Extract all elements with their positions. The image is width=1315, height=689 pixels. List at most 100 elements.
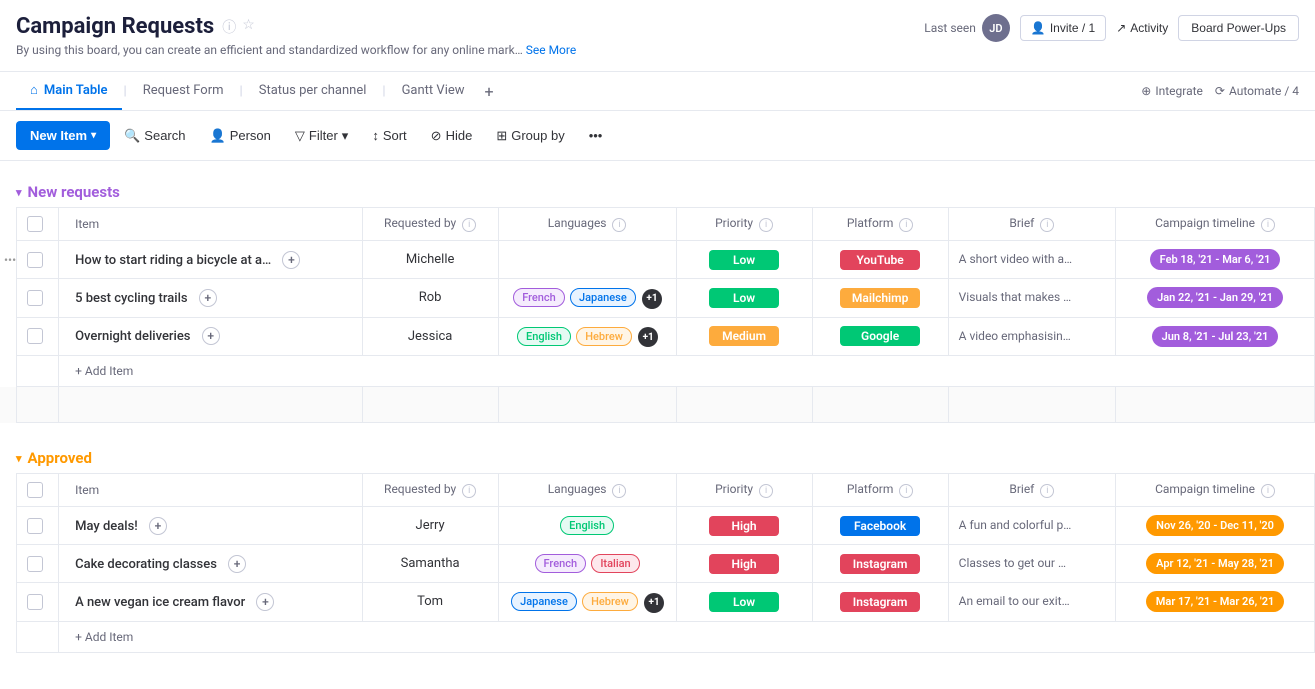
row-dots[interactable] <box>0 507 17 545</box>
languages-col-header: Languages i <box>498 208 676 241</box>
info-icon[interactable]: i <box>462 484 476 498</box>
info-icon[interactable]: i <box>1040 484 1054 498</box>
lang-tag-hebrew[interactable]: Hebrew <box>582 592 638 611</box>
new-item-button[interactable]: New Item ▾ <box>16 121 110 150</box>
row-checkbox[interactable] <box>17 279 59 318</box>
priority-cell[interactable]: High <box>676 545 812 583</box>
item-name: Overnight deliveries + <box>59 317 363 356</box>
section-header-new-requests[interactable]: ▾ New requests <box>0 177 1315 207</box>
platform-col-header: Platform i <box>812 474 948 507</box>
lang-tag-french[interactable]: French <box>535 554 587 573</box>
lang-tag-japanese[interactable]: Japanese <box>570 288 636 307</box>
priority-cell[interactable]: Medium <box>676 317 812 356</box>
lang-tag-italian[interactable]: Italian <box>591 554 639 573</box>
timeline-cell: Mar 17, '21 - Mar 26, '21 <box>1116 583 1315 622</box>
row-dots[interactable] <box>0 279 17 318</box>
row-checkbox[interactable] <box>17 507 59 545</box>
tab-gantt-view[interactable]: Gantt View <box>388 73 479 110</box>
add-tab-button[interactable]: + <box>479 74 500 109</box>
sort-button[interactable]: ↕ Sort <box>362 122 416 149</box>
integrate-button[interactable]: ⊕ Integrate <box>1141 84 1203 98</box>
platform-cell[interactable]: Instagram <box>812 583 948 622</box>
tab-main-table[interactable]: ⌂ Main Table <box>16 72 122 110</box>
priority-cell[interactable]: Low <box>676 583 812 622</box>
lang-tag-hebrew[interactable]: Hebrew <box>576 327 632 346</box>
info-icon[interactable]: i <box>899 218 913 232</box>
filter-button[interactable]: ▽ Filter ▾ <box>285 122 358 150</box>
timeline-badge: Jun 8, '21 - Jul 23, '21 <box>1152 326 1279 347</box>
tab-status-per-channel[interactable]: Status per channel <box>245 73 381 110</box>
add-item-row[interactable]: + Add Item <box>0 621 1315 652</box>
page-title: Campaign Requests <box>16 14 214 39</box>
info-icon[interactable]: i <box>612 218 626 232</box>
header-checkbox[interactable] <box>27 216 43 232</box>
activity-button[interactable]: ↗ Activity <box>1116 21 1168 35</box>
table-row: May deals! + Jerry English High Facebook <box>0 507 1315 545</box>
add-item-row[interactable]: + Add Item <box>0 356 1315 387</box>
add-subitem-button[interactable]: + <box>228 555 246 573</box>
info-icon[interactable]: i <box>1040 218 1054 232</box>
add-subitem-button[interactable]: + <box>282 251 300 269</box>
search-button[interactable]: 🔍 Search <box>114 122 195 150</box>
hide-button[interactable]: ⊘ Hide <box>421 122 483 150</box>
lang-tag-japanese[interactable]: Japanese <box>511 592 577 611</box>
group-by-button[interactable]: ⊞ Group by <box>486 122 574 150</box>
row-checkbox[interactable] <box>17 583 59 622</box>
info-icon[interactable]: i <box>1261 218 1275 232</box>
add-item-label[interactable]: + Add Item <box>59 356 1315 387</box>
platform-cell[interactable]: Google <box>812 317 948 356</box>
hide-icon: ⊘ <box>431 128 442 144</box>
priority-cell[interactable]: Low <box>676 279 812 318</box>
more-button[interactable]: ••• <box>579 122 613 149</box>
info-icon[interactable]: i <box>462 218 476 232</box>
priority-cell[interactable]: High <box>676 507 812 545</box>
row-checkbox[interactable] <box>17 317 59 356</box>
priority-badge: High <box>709 516 779 536</box>
info-icon[interactable]: i <box>612 484 626 498</box>
row-dots[interactable] <box>0 545 17 583</box>
lang-tag-french[interactable]: French <box>513 288 565 307</box>
row-checkbox[interactable] <box>17 545 59 583</box>
add-subitem-button[interactable]: + <box>199 289 217 307</box>
add-subitem-button[interactable]: + <box>256 593 274 611</box>
row-dots[interactable] <box>0 583 17 622</box>
lang-tag-english[interactable]: English <box>517 327 571 346</box>
lang-more[interactable]: +1 <box>644 593 664 613</box>
platform-badge: Google <box>840 326 920 346</box>
info-icon[interactable]: ⓘ <box>222 17 236 37</box>
priority-cell[interactable]: Low <box>676 241 812 279</box>
lang-tag-english[interactable]: English <box>560 516 614 535</box>
info-icon[interactable]: i <box>759 484 773 498</box>
row-checkbox[interactable] <box>17 241 59 279</box>
platform-cell[interactable]: Mailchimp <box>812 279 948 318</box>
automate-button[interactable]: ⟳ Automate / 4 <box>1215 84 1299 98</box>
platform-cell[interactable]: Facebook <box>812 507 948 545</box>
lang-more[interactable]: +1 <box>642 289 662 309</box>
platform-cell[interactable]: YouTube <box>812 241 948 279</box>
invite-button[interactable]: 👤 Invite / 1 <box>1020 15 1106 41</box>
row-dots[interactable]: ••• <box>0 241 17 279</box>
section-approved: ▾ Approved <box>0 443 1315 653</box>
info-icon[interactable]: i <box>1261 484 1275 498</box>
platform-cell[interactable]: Instagram <box>812 545 948 583</box>
add-subitem-button[interactable]: + <box>149 517 167 535</box>
power-ups-button[interactable]: Board Power-Ups <box>1178 15 1299 41</box>
row-dots[interactable] <box>0 317 17 356</box>
table-row: Cake decorating classes + Samantha Frenc… <box>0 545 1315 583</box>
tabs-right: ⊕ Integrate ⟳ Automate / 4 <box>1141 84 1299 98</box>
approved-tbody: May deals! + Jerry English High Facebook <box>0 507 1315 653</box>
add-subitem-button[interactable]: + <box>202 327 220 345</box>
filter-chevron-icon: ▾ <box>342 128 349 144</box>
header-checkbox[interactable] <box>27 482 43 498</box>
add-item-label[interactable]: + Add Item <box>59 621 1315 652</box>
new-requests-header-row: Item Requested by i Languages i Priority <box>0 208 1315 241</box>
section-header-approved[interactable]: ▾ Approved <box>0 443 1315 473</box>
info-icon[interactable]: i <box>759 218 773 232</box>
lang-more[interactable]: +1 <box>638 327 658 347</box>
star-icon[interactable]: ☆ <box>242 17 255 37</box>
info-icon[interactable]: i <box>899 484 913 498</box>
see-more-link[interactable]: See More <box>526 43 576 57</box>
content: ▾ New requests <box>0 161 1315 689</box>
person-filter-button[interactable]: 👤 Person <box>200 122 281 150</box>
tab-request-form[interactable]: Request Form <box>129 73 238 110</box>
